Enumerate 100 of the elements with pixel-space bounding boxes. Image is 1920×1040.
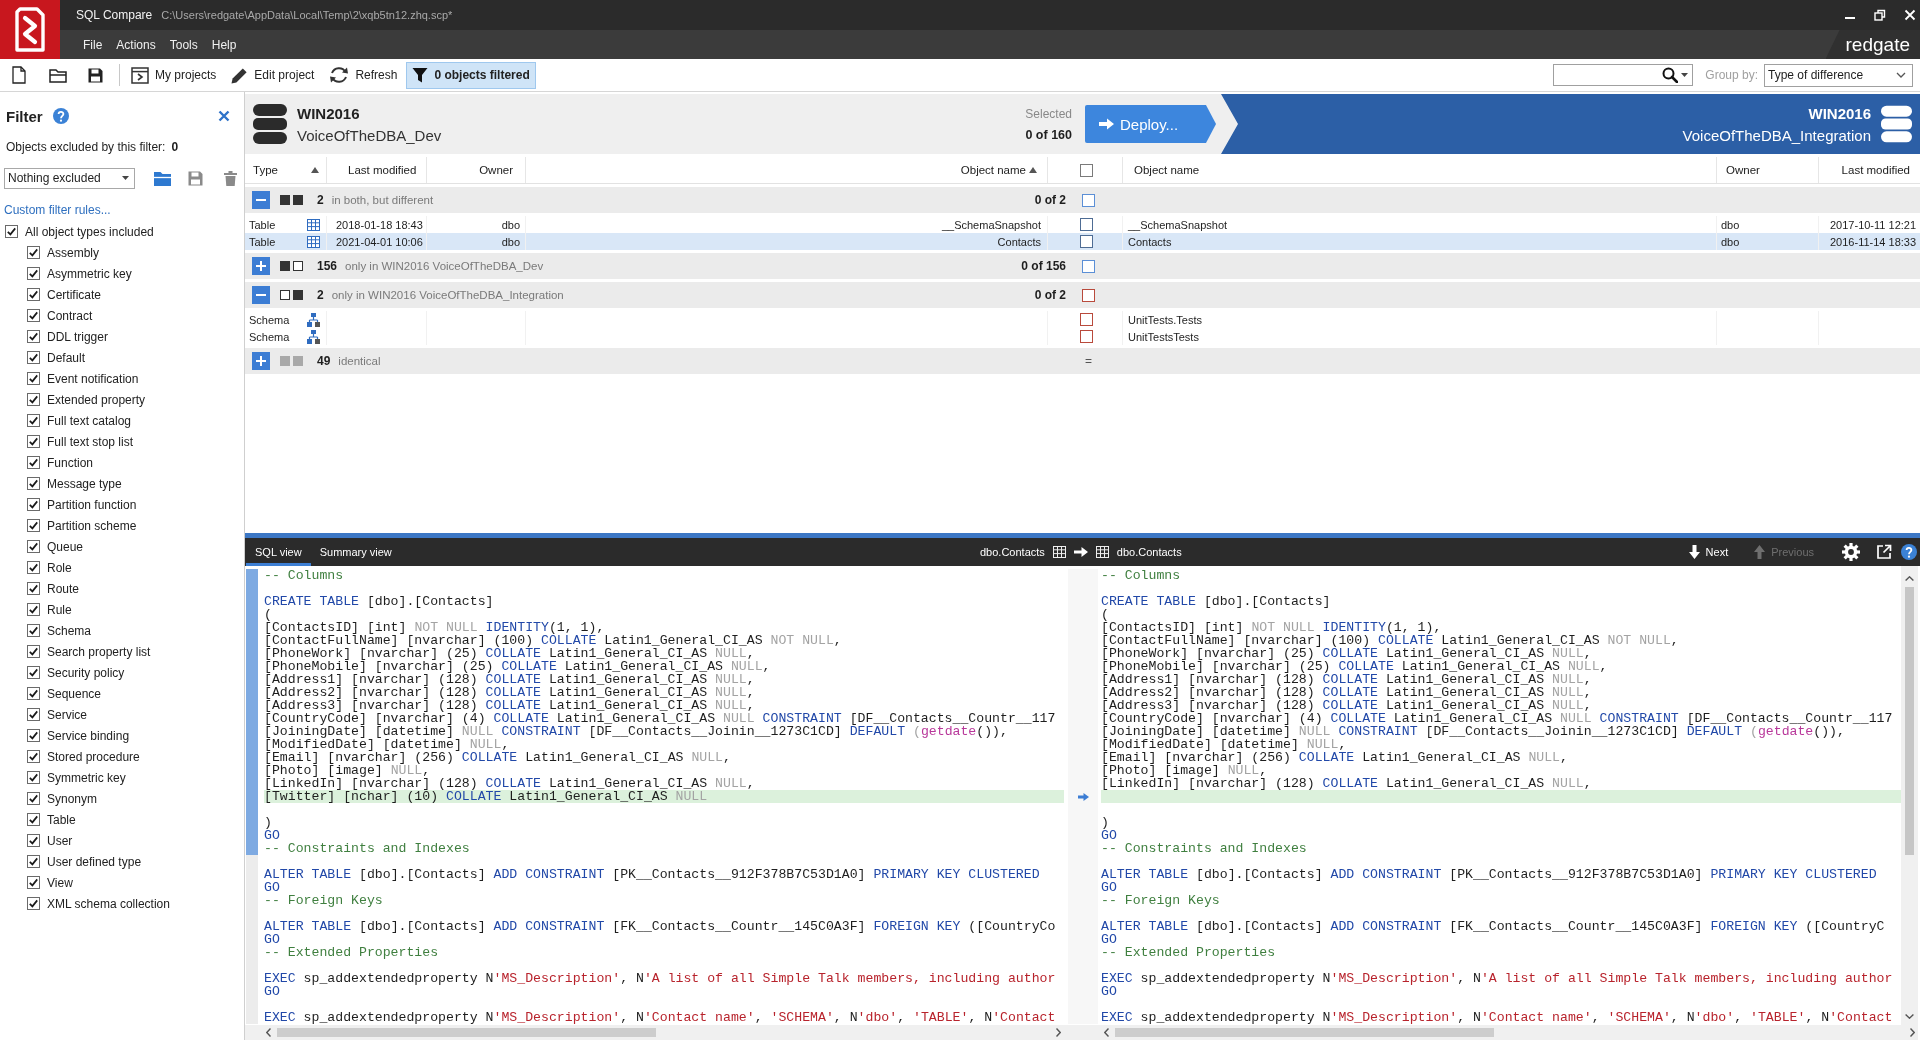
checkbox[interactable] (5, 225, 18, 238)
checkbox[interactable] (27, 729, 40, 742)
code-line: GO (264, 985, 280, 998)
checkbox[interactable] (27, 435, 40, 448)
refresh-button[interactable]: Refresh (323, 61, 404, 89)
column-header[interactable]: Object name (1123, 157, 1717, 183)
checkbox[interactable] (27, 267, 40, 280)
checkbox[interactable] (27, 561, 40, 574)
table-row[interactable]: Schema UnitTests.Tests (245, 311, 1920, 328)
checkbox[interactable] (27, 540, 40, 553)
view-tab[interactable]: Summary view (310, 538, 401, 566)
checkbox[interactable] (27, 603, 40, 616)
search-field[interactable] (1553, 64, 1694, 86)
checkbox[interactable] (27, 897, 40, 910)
table-cell: Contacts (997, 235, 1041, 248)
group-by-dropdown[interactable]: Type of difference (1764, 63, 1913, 87)
new-file-icon[interactable] (12, 66, 26, 84)
expand-button[interactable] (252, 257, 270, 275)
checkbox[interactable] (1080, 235, 1093, 248)
checkbox[interactable] (27, 687, 40, 700)
vertical-scrollbar[interactable] (1901, 566, 1918, 1025)
checkbox[interactable] (27, 834, 40, 847)
checkbox[interactable] (1080, 330, 1093, 343)
chevron-left-icon[interactable] (1104, 1028, 1109, 1037)
arrow-up-icon (1754, 545, 1766, 559)
object-type-label: Contract (47, 308, 93, 323)
caret-down-icon[interactable] (1681, 73, 1689, 77)
next-button[interactable]: Next (1682, 545, 1735, 559)
column-header[interactable]: Owner (1717, 157, 1819, 183)
chevron-left-icon[interactable] (266, 1028, 271, 1037)
checkbox[interactable] (27, 582, 40, 595)
scrollbar-thumb[interactable] (1905, 587, 1914, 855)
menu-item[interactable]: Tools (162, 34, 205, 55)
chevron-up-icon[interactable] (1905, 576, 1914, 581)
checkbox[interactable] (27, 708, 40, 721)
table-row[interactable]: Schema UnitTestsTests (245, 328, 1920, 345)
custom-filter-rules-link[interactable]: Custom filter rules... (4, 203, 111, 217)
object-type-label: All object types included (25, 224, 154, 239)
checkbox[interactable] (1082, 259, 1095, 273)
column-header[interactable]: Last modified (1819, 157, 1918, 183)
checkbox[interactable] (27, 351, 40, 364)
collapse-button[interactable] (252, 191, 270, 209)
checkbox[interactable] (27, 792, 40, 805)
horizontal-scrollbar[interactable] (1068, 1025, 1918, 1040)
filter-preset-dropdown[interactable]: Nothing excluded (4, 167, 135, 189)
checkbox[interactable] (27, 855, 40, 868)
checkbox[interactable] (27, 477, 40, 490)
checkbox[interactable] (27, 876, 40, 889)
checkbox[interactable] (1080, 163, 1093, 177)
checkbox[interactable] (27, 750, 40, 763)
checkbox[interactable] (27, 624, 40, 637)
scrollbar-thumb[interactable] (1115, 1028, 1494, 1037)
checkbox[interactable] (1082, 288, 1095, 302)
menu-item[interactable]: Help (204, 34, 244, 55)
menu-item[interactable]: File (76, 34, 110, 55)
filter-button[interactable]: 0 objects filtered (406, 61, 536, 89)
checkbox[interactable] (27, 456, 40, 469)
checkbox[interactable] (1080, 218, 1093, 231)
search-icon[interactable] (1662, 67, 1679, 83)
restore-icon[interactable] (1874, 9, 1886, 21)
checkbox[interactable] (27, 645, 40, 658)
expand-button[interactable] (252, 352, 270, 370)
column-header[interactable]: Object name (526, 157, 1048, 183)
file-path: C:\Users\redgate\AppData\Local\Temp\2\xqb5tn12.zhq.scp* (161, 9, 453, 21)
settings-icon[interactable] (1842, 543, 1860, 561)
checkbox[interactable] (27, 288, 40, 301)
column-header[interactable]: Owner (427, 157, 526, 183)
chevron-right-icon[interactable] (1910, 1028, 1915, 1037)
my-projects-button[interactable]: My projects (125, 61, 223, 89)
checkbox[interactable] (1080, 313, 1093, 326)
chevron-down-icon[interactable] (1905, 1014, 1914, 1019)
horizontal-scrollbar[interactable] (245, 1025, 1068, 1040)
collapse-button[interactable] (252, 286, 270, 304)
checkbox[interactable] (27, 330, 40, 343)
deploy-button[interactable]: Deploy... (1085, 105, 1216, 143)
checkbox[interactable] (27, 372, 40, 385)
checkbox[interactable] (27, 414, 40, 427)
checkbox[interactable] (27, 519, 40, 532)
checkbox[interactable] (27, 666, 40, 679)
column-header[interactable]: Last modified (327, 157, 427, 183)
checkbox[interactable] (27, 393, 40, 406)
checkbox[interactable] (1082, 193, 1095, 207)
table-row[interactable]: Table 2021-04-01 10:06 dbo Contacts Contacts dbo 2016-11-14 18:33 (245, 233, 1920, 250)
scrollbar-thumb[interactable] (277, 1028, 656, 1037)
checkbox[interactable] (27, 309, 40, 322)
checkbox[interactable] (27, 771, 40, 784)
checkbox[interactable] (27, 813, 40, 826)
trash-icon[interactable] (224, 170, 237, 186)
menu-item[interactable]: Actions (109, 34, 163, 55)
chevron-right-icon[interactable] (1056, 1028, 1061, 1037)
code-line: ) (1101, 816, 1109, 829)
help-icon[interactable] (1901, 544, 1917, 560)
edit-project-button[interactable]: Edit project (225, 61, 321, 89)
checkbox[interactable] (27, 246, 40, 259)
checkbox[interactable] (27, 498, 40, 511)
code-line: [JoiningDate] [datetime] NULL CONSTRAINT [DF__Contacts__Joinin__1273C1CD] DEFAULT (getdate()), (1101, 725, 1845, 738)
pop-out-icon[interactable] (1876, 544, 1892, 560)
folder-icon[interactable] (49, 67, 67, 83)
column-header[interactable]: Type (245, 157, 327, 183)
table-cell: dbo (1721, 218, 1740, 231)
